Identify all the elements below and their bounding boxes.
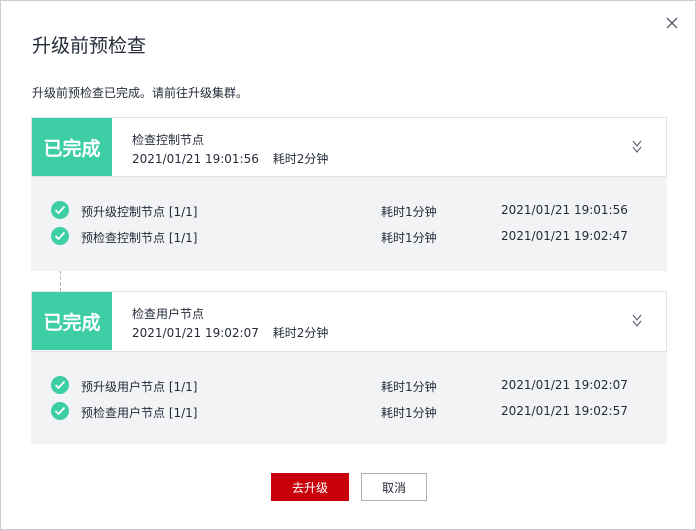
close-icon[interactable] [662, 13, 682, 33]
step-time: 2021/01/21 19:01:56 [501, 203, 628, 217]
check-circle-icon [51, 402, 69, 420]
step-row: 预升级用户节点 [1/1] 耗时1分钟 2021/01/21 19:02:07 [51, 375, 667, 395]
step-duration: 耗时1分钟 [381, 231, 437, 245]
group-duration: 耗时2分钟 [272, 326, 329, 340]
group-header[interactable]: 已完成 检查控制节点 2021/01/21 19:01:56 耗时2分钟 [31, 117, 667, 177]
group-header[interactable]: 已完成 检查用户节点 2021/01/21 19:02:07 耗时2分钟 [31, 291, 667, 352]
group-steps: 预升级控制节点 [1/1] 耗时1分钟 2021/01/21 19:01:56 … [31, 177, 667, 271]
group-time: 2021/01/21 19:02:07 [132, 326, 259, 340]
group-time: 2021/01/21 19:01:56 [132, 152, 259, 166]
check-circle-icon [51, 227, 69, 245]
dialog-description: 升级前预检查已完成。请前往升级集群。 [32, 86, 249, 100]
step-name: 预升级用户节点 [1/1] [81, 380, 198, 394]
check-group-user-nodes: 已完成 检查用户节点 2021/01/21 19:02:07 耗时2分钟 预升级… [31, 291, 667, 444]
group-steps: 预升级用户节点 [1/1] 耗时1分钟 2021/01/21 19:02:07 … [31, 352, 667, 444]
check-circle-icon [51, 201, 69, 219]
check-group-control-nodes: 已完成 检查控制节点 2021/01/21 19:01:56 耗时2分钟 预升级… [31, 117, 667, 271]
group-name: 检查用户节点 [132, 307, 205, 321]
step-time: 2021/01/21 19:02:57 [501, 404, 628, 418]
step-duration: 耗时1分钟 [381, 380, 437, 394]
upgrade-button[interactable]: 去升级 [271, 473, 349, 501]
step-row: 预检查用户节点 [1/1] 耗时1分钟 2021/01/21 19:02:57 [51, 401, 667, 421]
group-meta: 2021/01/21 19:01:56 耗时2分钟 [132, 150, 338, 167]
status-badge: 已完成 [32, 292, 112, 350]
step-name: 预检查用户节点 [1/1] [81, 406, 198, 420]
step-row: 预升级控制节点 [1/1] 耗时1分钟 2021/01/21 19:01:56 [51, 200, 667, 220]
step-connector [60, 271, 61, 291]
cancel-button[interactable]: 取消 [361, 473, 427, 501]
group-name: 检查控制节点 [132, 133, 205, 147]
precheck-dialog: 升级前预检查 升级前预检查已完成。请前往升级集群。 已完成 检查控制节点 202… [0, 0, 696, 530]
step-row: 预检查控制节点 [1/1] 耗时1分钟 2021/01/21 19:02:47 [51, 226, 667, 246]
group-duration: 耗时2分钟 [272, 152, 329, 166]
step-duration: 耗时1分钟 [381, 406, 437, 420]
step-time: 2021/01/21 19:02:07 [501, 378, 628, 392]
dialog-title: 升级前预检查 [32, 35, 147, 57]
group-meta: 2021/01/21 19:02:07 耗时2分钟 [132, 324, 338, 341]
step-name: 预检查控制节点 [1/1] [81, 231, 198, 245]
step-name: 预升级控制节点 [1/1] [81, 205, 198, 219]
status-badge: 已完成 [32, 118, 112, 176]
chevron-double-down-icon[interactable] [630, 138, 644, 156]
chevron-double-down-icon[interactable] [630, 312, 644, 330]
step-duration: 耗时1分钟 [381, 205, 437, 219]
check-circle-icon [51, 376, 69, 394]
step-time: 2021/01/21 19:02:47 [501, 229, 628, 243]
